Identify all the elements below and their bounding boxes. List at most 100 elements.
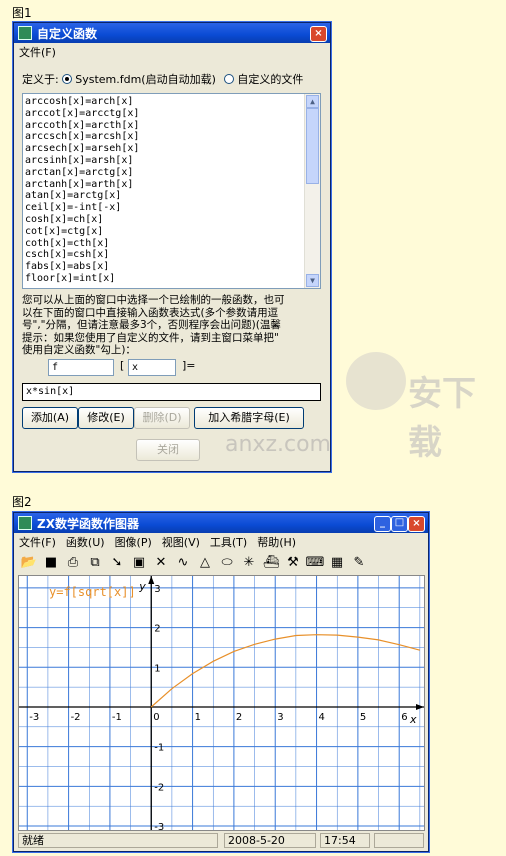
- x-tick-label: 2: [236, 712, 242, 723]
- toolbar: 📂 ■ ⎙ ⧉ ➘ ▣ ✕ ∿ △ ⬭ ✳ ⛴ ⚒ ⌨ ▦ ✎: [18, 551, 424, 573]
- save-icon[interactable]: ■: [40, 555, 62, 570]
- menu-bar: 文件(F) 函数(U) 图像(P) 视图(V) 工具(T) 帮助(H): [14, 533, 428, 551]
- x-tick-label: 6: [401, 712, 407, 723]
- figure1-caption: 图1: [12, 6, 32, 20]
- function-list-item[interactable]: csch[x]=csh[x]: [25, 249, 320, 261]
- menu-help[interactable]: 帮助(H): [252, 534, 301, 550]
- function-list-item[interactable]: atan[x]=arctg[x]: [25, 190, 320, 202]
- title-bar[interactable]: ZX数学函数作图器: [14, 513, 428, 533]
- figure2-caption: 图2: [12, 495, 32, 509]
- window-title: 自定义函数: [37, 26, 98, 41]
- close-icon[interactable]: ×: [310, 26, 327, 42]
- minimize-icon[interactable]: _: [374, 516, 391, 532]
- triangle-icon[interactable]: △: [194, 555, 216, 570]
- function-list-item[interactable]: arccosh[x]=arch[x]: [25, 96, 320, 108]
- close-icon[interactable]: ×: [408, 516, 425, 532]
- function-list-item[interactable]: floor[x]=int[x]: [25, 273, 320, 285]
- grid: [19, 576, 424, 830]
- plot-area[interactable]: -3 -2 -1 0 1 2 3 4 5 6 3 2 1 -1 -2 -3 y=f[sqrt[x]] x y: [18, 575, 425, 831]
- copy-icon[interactable]: ⧉: [84, 555, 106, 570]
- asterisk-icon[interactable]: ✳: [238, 555, 260, 570]
- keyboard-icon[interactable]: ⌨: [304, 555, 326, 570]
- radio-system[interactable]: [62, 74, 73, 84]
- window-title: ZX数学函数作图器: [37, 516, 139, 531]
- tool-icon[interactable]: ✎: [348, 555, 370, 570]
- title-bar[interactable]: 自定义函数: [14, 23, 330, 43]
- function-list-item[interactable]: coth[x]=cth[x]: [25, 238, 320, 250]
- function-list-item[interactable]: arctan[x]=arctg[x]: [25, 167, 320, 179]
- bracket-close: ]=: [182, 359, 196, 372]
- radio-custom-label: 自定义的文件: [237, 73, 304, 86]
- delete-button[interactable]: 删除(D): [134, 407, 190, 429]
- radio-custom[interactable]: [224, 74, 235, 84]
- modify-button[interactable]: 修改(E): [78, 407, 134, 429]
- menu-file[interactable]: 文件(F): [14, 534, 61, 550]
- x-tick-label: 1: [195, 712, 201, 723]
- expression-input[interactable]: x*sin[x]: [22, 383, 321, 401]
- curve-icon[interactable]: ∿: [172, 555, 194, 570]
- y-tick-label: 2: [154, 624, 160, 635]
- app-icon: [18, 26, 32, 40]
- scroll-thumb[interactable]: [306, 108, 319, 184]
- x-tick-label: -3: [29, 712, 39, 723]
- y-tick-label: -2: [154, 782, 164, 793]
- close-button[interactable]: 关闭: [136, 439, 200, 461]
- function-list-item[interactable]: cot[x]=ctg[x]: [25, 226, 320, 238]
- x-axis-label: x: [409, 713, 417, 726]
- scroll-up-icon[interactable]: ▲: [306, 95, 319, 108]
- function-list-item[interactable]: arccot[x]=arcctg[x]: [25, 108, 320, 120]
- maximize-icon[interactable]: □: [391, 516, 408, 532]
- add-greek-button[interactable]: 加入希腊字母(E): [194, 407, 304, 429]
- scroll-down-icon[interactable]: ▼: [306, 274, 319, 287]
- watermark-url: anxz.com: [225, 432, 331, 457]
- menu-view[interactable]: 视图(V): [157, 534, 205, 550]
- list-scrollbar[interactable]: ▲ ▼: [304, 94, 320, 288]
- y-tick-label: 3: [154, 584, 160, 595]
- frame-icon[interactable]: ▣: [128, 555, 150, 570]
- function-list-item[interactable]: arccoth[x]=arcth[x]: [25, 120, 320, 132]
- add-button[interactable]: 添加(A): [22, 407, 78, 429]
- parameter-input[interactable]: x: [128, 359, 176, 376]
- ellipse-icon[interactable]: ⬭: [216, 555, 238, 570]
- define-row: 定义于: System.fdm(启动自动加载) 自定义的文件: [22, 71, 303, 87]
- x-tick-label: 4: [319, 712, 325, 723]
- help-line: 提示：如果您使用了自定义的文件，请到主窗口菜单把": [22, 331, 279, 344]
- function-list-item[interactable]: ceil[x]=-int[-x]: [25, 202, 320, 214]
- arrow-icon[interactable]: ➘: [106, 555, 128, 570]
- print-icon[interactable]: ⎙: [62, 555, 84, 570]
- open-icon[interactable]: 📂: [18, 555, 40, 570]
- function-name-input[interactable]: f: [48, 359, 114, 376]
- cross-icon[interactable]: ✕: [150, 555, 172, 570]
- bracket-open: [: [120, 359, 125, 372]
- ship-icon[interactable]: ⛴: [260, 555, 282, 570]
- menu-tools[interactable]: 工具(T): [205, 534, 252, 550]
- function-list-item[interactable]: arcsinh[x]=arsh[x]: [25, 155, 320, 167]
- function-list-item[interactable]: fabs[x]=abs[x]: [25, 261, 320, 273]
- menu-file[interactable]: 文件(F): [14, 44, 61, 60]
- x-tick-label: -2: [71, 712, 81, 723]
- menu-function[interactable]: 函数(U): [61, 534, 110, 550]
- function-list[interactable]: arccosh[x]=arch[x] arccot[x]=arcctg[x] arc…: [22, 93, 321, 289]
- calculator-icon[interactable]: ▦: [326, 555, 348, 570]
- function-list-item[interactable]: arccsch[x]=arcsh[x]: [25, 131, 320, 143]
- y-axis-label: y: [138, 580, 146, 593]
- radio-system-label: System.fdm(启动自动加载): [75, 73, 216, 86]
- y-axis-arrow-icon: [148, 576, 155, 584]
- function-list-item[interactable]: cosh[x]=ch[x]: [25, 214, 320, 226]
- function-list-item[interactable]: arctanh[x]=arth[x]: [25, 179, 320, 191]
- watermark-text: 安下载: [408, 374, 476, 463]
- x-tick-label: 3: [277, 712, 283, 723]
- help-line: 您可以从上面的窗口中选择一个已绘制的一般函数，也可: [22, 294, 285, 306]
- function-list-item[interactable]: arcsech[x]=arseh[x]: [25, 143, 320, 155]
- x-tick-label: -1: [112, 712, 122, 723]
- zx-plotter-window: ZX数学函数作图器 _ □ × 文件(F) 函数(U) 图像(P) 视图(V) …: [13, 512, 429, 852]
- menu-image[interactable]: 图像(P): [110, 534, 157, 550]
- help-line: 使用自定义函数"勾上)：: [22, 344, 136, 357]
- hammer-icon[interactable]: ⚒: [282, 555, 304, 570]
- y-tick-label: -3: [154, 822, 164, 831]
- custom-function-window: 自定义函数 × 文件(F) 定义于: System.fdm(启动自动加载) 自定…: [13, 22, 331, 472]
- help-text: 您可以从上面的窗口中选择一个已绘制的一般函数，也可 以在下面的窗口中直接输入函数…: [22, 294, 322, 357]
- status-text: 就绪: [18, 833, 218, 848]
- help-line: 以在下面的窗口中直接输入函数表达式(多个参数请用逗: [22, 306, 279, 319]
- x-tick-label: 0: [153, 712, 159, 723]
